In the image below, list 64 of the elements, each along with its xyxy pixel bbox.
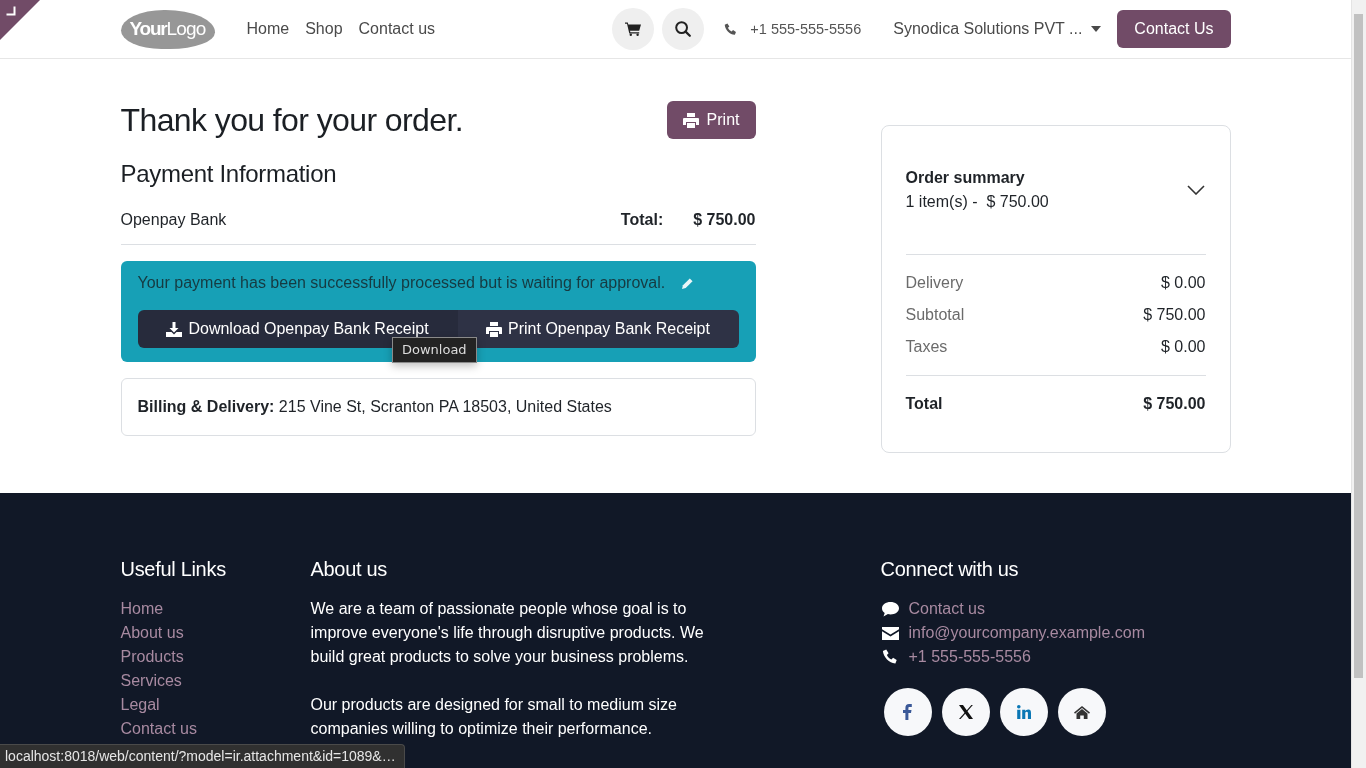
summary-title: Order summary <box>905 168 1026 188</box>
total-amount: $ 750.00 <box>693 210 756 230</box>
footer-link[interactable]: Contact us <box>120 717 197 741</box>
cart-icon <box>625 22 642 36</box>
address-text: Billing & Delivery: 215 Vine St, Scranton PA 18503, United States <box>137 397 613 417</box>
search-icon <box>675 21 692 37</box>
status-url: localhost:8018/web/content/?model=ir.attachment&id=1089&… <box>0 744 405 768</box>
footer-link[interactable]: Home <box>120 597 164 621</box>
tooltip: Download <box>392 337 477 363</box>
footer-link[interactable]: Contact us <box>908 597 985 621</box>
summary-total-value: $ 750.00 <box>1143 394 1206 414</box>
home-icon <box>1073 705 1090 719</box>
about-paragraph: Our products are designed for small to medium size companies willing to optimize their performance. <box>310 695 678 739</box>
footer-link[interactable]: Products <box>120 645 184 669</box>
footer-link[interactable]: info@yourcompany.example.com <box>908 621 1145 645</box>
summary-label: Subtotal <box>905 305 965 325</box>
social-button[interactable] <box>999 688 1048 736</box>
download-icon <box>166 321 183 337</box>
footer-link[interactable]: +1 555-555-5556 <box>908 645 1031 669</box>
envelope-icon <box>881 626 899 640</box>
caret-icon <box>1091 26 1102 32</box>
printer-icon <box>682 112 699 128</box>
nav-link[interactable]: Contact us <box>350 12 444 46</box>
payment-method: Openpay Bank <box>120 210 228 230</box>
about-paragraph: We are a team of passionate people whose goal is to improve everyone's life through disruptive products. We build great products to solve your business problems. <box>310 599 705 667</box>
footer-heading: Connect with us <box>880 557 1020 581</box>
printer-icon <box>486 321 503 337</box>
footer-heading: Useful Links <box>120 557 227 581</box>
nav-link[interactable]: Home <box>238 12 298 46</box>
social-button[interactable] <box>1057 688 1106 736</box>
nav-link[interactable]: Shop <box>297 12 351 46</box>
contact-us-button[interactable]: Contact Us <box>1117 10 1231 48</box>
summary-total-label: Total <box>905 394 943 414</box>
page-title: Thank you for your order. <box>120 101 464 140</box>
chevron-down-icon[interactable] <box>1186 185 1205 195</box>
summary-value: $ 0.00 <box>1161 273 1206 293</box>
cart-button[interactable] <box>612 8 655 50</box>
speech-bubble-icon <box>881 601 899 617</box>
footer-link[interactable]: Legal <box>120 693 160 717</box>
footer-heading: About us <box>310 557 389 581</box>
social-button[interactable] <box>883 688 932 736</box>
corner-tab-icon[interactable] <box>0 0 40 40</box>
pencil-icon[interactable] <box>682 277 694 289</box>
alert-message: Your payment has been successfully processed but is waiting for approval. <box>137 273 666 293</box>
x-logo-icon <box>958 705 973 719</box>
footer-link[interactable]: Services <box>120 669 182 693</box>
footer-link[interactable]: About us <box>120 621 184 645</box>
print-button[interactable]: Print <box>666 101 756 139</box>
linkedin-icon <box>1016 705 1031 719</box>
scrollbar-thumb[interactable] <box>1354 14 1363 678</box>
section-heading: Payment Information <box>120 159 338 188</box>
summary-value: $ 750.00 <box>1143 305 1206 325</box>
summary-label: Taxes <box>905 337 948 357</box>
phone-icon <box>724 22 738 36</box>
summary-label: Delivery <box>905 273 964 293</box>
total-label: Total: <box>620 210 664 230</box>
facebook-icon <box>903 704 912 720</box>
search-button[interactable] <box>662 8 705 50</box>
company-dropdown[interactable]: Synodica Solutions PVT ... <box>893 20 1102 38</box>
item-count: 1 item(s) - $ 750.00 <box>905 192 1049 212</box>
social-button[interactable] <box>941 688 990 736</box>
phone-icon <box>881 649 898 665</box>
phone-link[interactable]: +1 555-555-5556 <box>750 21 862 37</box>
summary-value: $ 0.00 <box>1161 337 1206 357</box>
